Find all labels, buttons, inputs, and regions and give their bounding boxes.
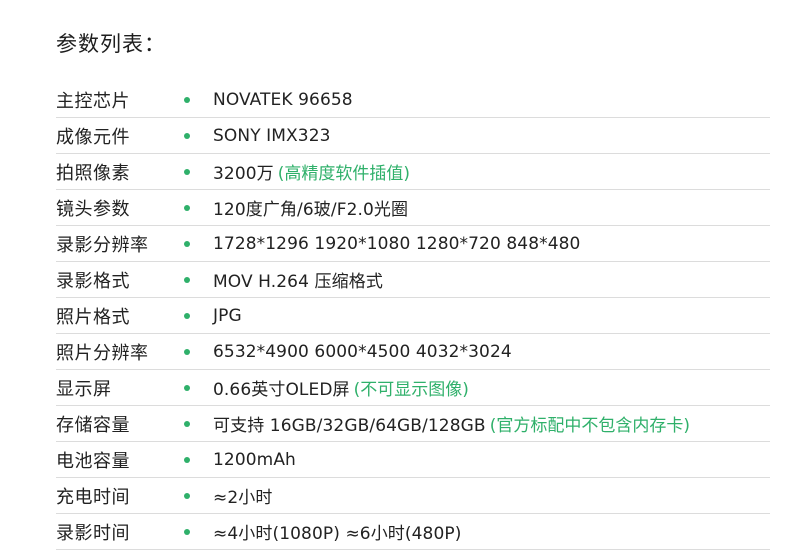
spec-row-record-time: 录影时间 ≈4小时(1080P) ≈6小时(480P) <box>56 514 770 550</box>
spec-value: 0.66英寸OLED屏 <box>213 380 350 400</box>
spec-row-storage: 存储容量 可支持 16GB/32GB/64GB/128GB (官方标配中不包含内… <box>56 406 770 442</box>
bullet-dot-icon <box>184 276 190 283</box>
spec-table: 主控芯片 NOVATEK 96658 成像元件 SONY IMX323 拍照像素… <box>56 82 770 550</box>
spec-value: MOV H.264 压缩格式 <box>213 272 383 292</box>
bullet-dot-icon <box>184 348 190 355</box>
spec-value: ≈4小时(1080P) ≈6小时(480P) <box>213 524 462 544</box>
bullet-dot-icon <box>184 240 190 247</box>
bullet-dot-icon <box>184 456 190 463</box>
spec-value: JPG <box>213 305 242 326</box>
spec-label: 充电时间 <box>56 486 130 508</box>
spec-row-photo-resolution: 照片分辨率 6532*4900 6000*4500 4032*3024 <box>56 334 770 370</box>
spec-note: (高精度软件插值) <box>277 164 411 184</box>
spec-value: SONY IMX323 <box>213 125 331 146</box>
spec-value: 3200万 <box>213 164 274 184</box>
bullet-dot-icon <box>184 168 190 175</box>
spec-row-image-sensor: 成像元件 SONY IMX323 <box>56 118 770 154</box>
bullet-dot-icon <box>184 492 190 499</box>
bullet-dot-icon <box>184 420 190 427</box>
spec-label: 照片分辨率 <box>56 342 149 364</box>
spec-value: 1728*1296 1920*1080 1280*720 848*480 <box>213 233 581 254</box>
spec-label: 录影格式 <box>56 270 130 292</box>
spec-row-photo-pixels: 拍照像素 3200万 (高精度软件插值) <box>56 154 770 190</box>
bullet-dot-icon <box>184 204 190 211</box>
spec-label: 显示屏 <box>56 378 112 400</box>
spec-row-video-resolution: 录影分辨率 1728*1296 1920*1080 1280*720 848*4… <box>56 226 770 262</box>
spec-label: 主控芯片 <box>56 90 130 112</box>
spec-value: NOVATEK 96658 <box>213 89 353 110</box>
spec-label: 拍照像素 <box>56 162 130 184</box>
bullet-dot-icon <box>184 384 190 391</box>
spec-row-main-chip: 主控芯片 NOVATEK 96658 <box>56 82 770 118</box>
spec-row-video-format: 录影格式 MOV H.264 压缩格式 <box>56 262 770 298</box>
bullet-dot-icon <box>184 312 190 319</box>
spec-row-photo-format: 照片格式 JPG <box>56 298 770 334</box>
spec-label: 录影时间 <box>56 522 130 544</box>
spec-value: 可支持 16GB/32GB/64GB/128GB <box>213 416 486 436</box>
spec-value: 6532*4900 6000*4500 4032*3024 <box>213 341 512 362</box>
spec-note: (官方标配中不包含内存卡) <box>489 416 690 436</box>
page-title: 参数列表： <box>56 32 166 56</box>
bullet-dot-icon <box>184 528 190 535</box>
spec-label: 成像元件 <box>56 126 130 148</box>
bullet-dot-icon <box>184 132 190 139</box>
spec-note: (不可显示图像) <box>353 380 469 400</box>
spec-label: 照片格式 <box>56 306 130 328</box>
spec-label: 镜头参数 <box>56 198 130 220</box>
spec-value: 1200mAh <box>213 449 296 470</box>
spec-row-battery: 电池容量 1200mAh <box>56 442 770 478</box>
spec-row-lens: 镜头参数 120度广角/6玻/F2.0光圈 <box>56 190 770 226</box>
spec-label: 存储容量 <box>56 414 130 436</box>
spec-label: 录影分辨率 <box>56 234 149 256</box>
spec-row-charge-time: 充电时间 ≈2小时 <box>56 478 770 514</box>
spec-value: ≈2小时 <box>213 488 273 508</box>
spec-row-display: 显示屏 0.66英寸OLED屏 (不可显示图像) <box>56 370 770 406</box>
bullet-dot-icon <box>184 96 190 103</box>
spec-label: 电池容量 <box>56 450 130 472</box>
spec-value: 120度广角/6玻/F2.0光圈 <box>213 200 409 220</box>
